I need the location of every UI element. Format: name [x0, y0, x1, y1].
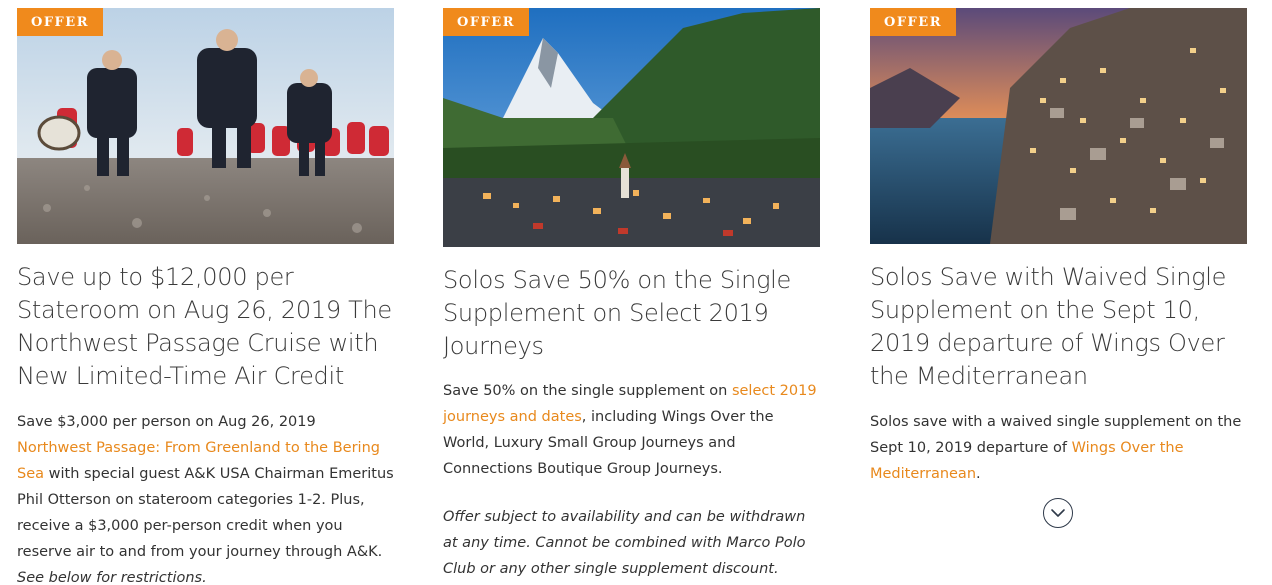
offer-description: Solos save with a waived single suppleme… — [870, 409, 1247, 487]
offer-terms-note: Offer subject to availability and can be… — [443, 509, 806, 577]
offer-badge: OFFER — [17, 8, 103, 36]
offer-card-1: OFFER Save up to $12,000 per Stateroom o… — [17, 0, 394, 585]
offer-card-3: OFFER Solos Save with Waived Single Supp… — [870, 0, 1247, 487]
offer-image-1[interactable]: OFFER — [17, 8, 394, 244]
offer-image-3[interactable]: OFFER — [870, 8, 1247, 244]
offer-title: Solos Save 50% on the Single Supplement … — [443, 266, 792, 360]
restrictions-note: See below for restrictions. — [17, 570, 207, 585]
description-text: . — [976, 466, 981, 482]
offer-card-2: OFFER Solos Save 50% on the Single Suppl… — [443, 0, 820, 582]
amalfi-coast-photo — [870, 8, 1247, 244]
description-text: with special guest A&K USA Chairman Emer… — [17, 466, 394, 560]
offer-description: Save $3,000 per person on Aug 26, 2019 N… — [17, 409, 394, 585]
matterhorn-village-photo — [443, 8, 820, 247]
arctic-dancers-photo — [17, 8, 394, 244]
offer-image-2[interactable]: OFFER — [443, 8, 820, 247]
description-text: Solos save with a waived single suppleme… — [870, 414, 1242, 456]
offer-badge: OFFER — [870, 8, 956, 36]
description-text: Save 50% on the single supplement on — [443, 383, 732, 399]
offer-badge: OFFER — [443, 8, 529, 36]
offer-description: Save 50% on the single supplement on sel… — [443, 378, 820, 482]
chevron-down-icon[interactable] — [1043, 498, 1073, 528]
offer-title: Solos Save with Waived Single Supplement… — [870, 263, 1227, 390]
offer-title: Save up to $12,000 per Stateroom on Aug … — [17, 263, 392, 390]
description-text: Save $3,000 per person on Aug 26, 2019 — [17, 414, 316, 430]
